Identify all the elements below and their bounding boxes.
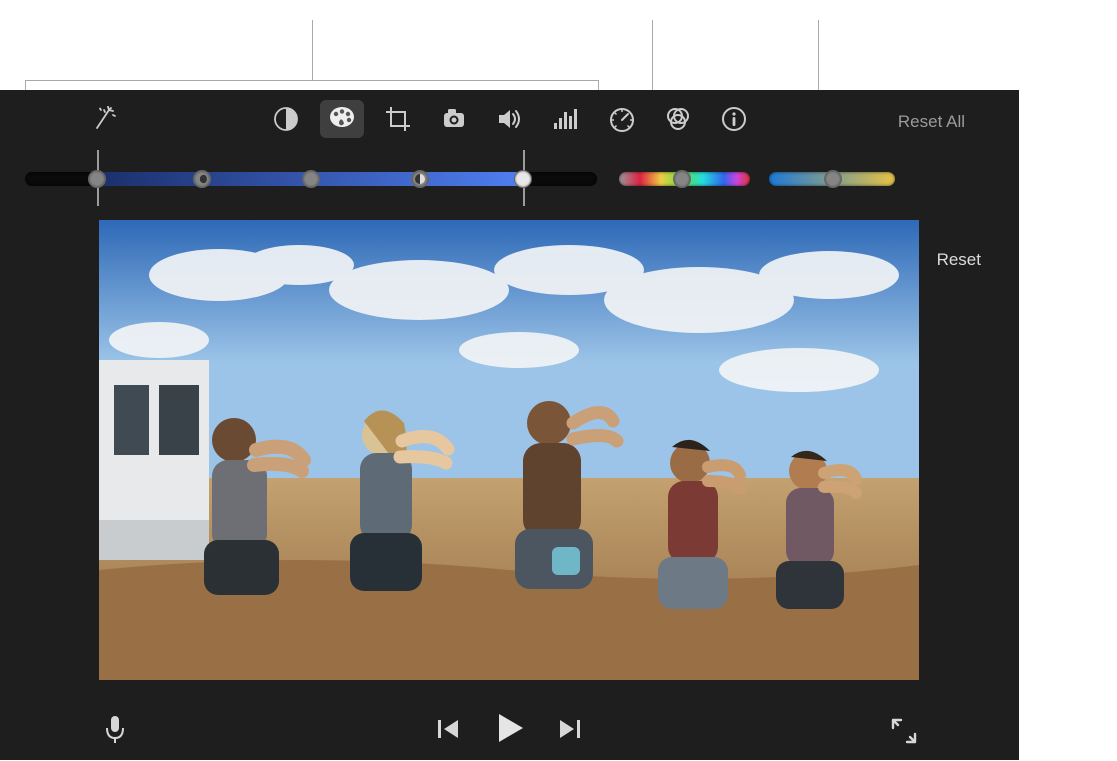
preview-illustration [99,220,919,680]
filters-icon [664,106,692,132]
noise-reduction-icon [552,106,580,132]
magic-wand-button[interactable] [82,100,126,138]
magic-wand-icon [91,106,117,132]
callout-bracket-stem [312,20,313,80]
speed-button[interactable] [600,100,644,138]
quarter-handle[interactable] [193,170,211,188]
play-icon [495,712,525,744]
highlight-handle[interactable] [514,170,532,188]
temperature-thumb[interactable] [824,170,842,188]
threequarter-handle[interactable] [411,170,429,188]
color-sliders-row: Reset [0,168,1019,196]
previous-button[interactable] [432,712,466,746]
fullscreen-icon [890,717,918,745]
crop-button[interactable] [376,100,420,138]
volume-icon [496,106,524,132]
next-button[interactable] [552,712,586,746]
playback-bar [0,706,1019,750]
stabilization-button[interactable] [432,100,476,138]
play-button[interactable] [490,708,530,748]
previous-frame-icon [436,717,462,741]
color-correction-button[interactable] [320,100,364,138]
info-icon [721,106,747,132]
crop-icon [385,106,411,132]
color-balance-icon [273,106,299,132]
saturation-slider[interactable] [619,172,750,186]
video-adjustments-panel: Reset All [0,90,1019,760]
reset-button[interactable]: Reset [937,250,981,270]
midtone-handle[interactable] [302,170,320,188]
stabilization-icon [440,106,468,132]
callout-bracket-top [25,80,599,81]
reset-all-button[interactable]: Reset All [898,112,965,132]
voiceover-icon [103,714,127,744]
callout-bracket-left [25,80,26,90]
video-preview [99,220,919,680]
color-correction-icon [328,105,356,133]
callout-bracket-right [598,80,599,90]
voiceover-button[interactable] [98,712,132,746]
fullscreen-button[interactable] [887,714,921,748]
shadow-handle[interactable] [88,170,106,188]
info-button[interactable] [712,100,756,138]
color-balance-button[interactable] [264,100,308,138]
saturation-thumb[interactable] [673,170,691,188]
volume-button[interactable] [488,100,532,138]
speed-icon [608,106,636,132]
noise-reduction-button[interactable] [544,100,588,138]
adjustments-toolbar: Reset All [0,96,1019,140]
multi-color-slider[interactable] [25,172,597,186]
next-frame-icon [556,717,582,741]
filters-button[interactable] [656,100,700,138]
temperature-slider[interactable] [769,172,895,186]
